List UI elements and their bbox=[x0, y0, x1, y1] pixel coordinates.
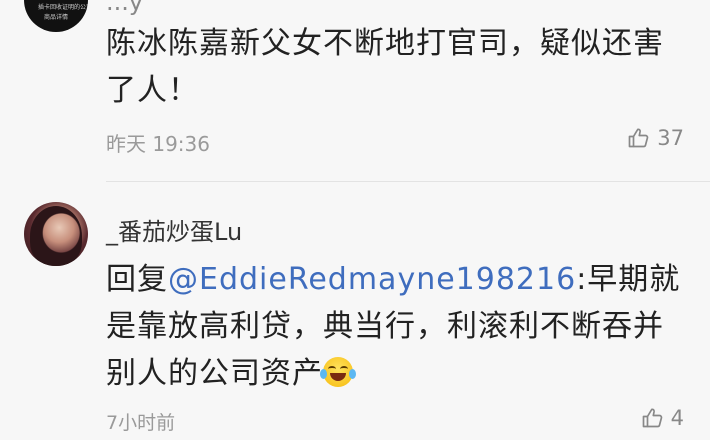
thumbs-up-icon bbox=[627, 126, 651, 150]
mention-link[interactable]: @EddieRedmayne198216 bbox=[168, 262, 576, 297]
avatar-caption-line-1: 插卡回收证明的公司 bbox=[38, 4, 88, 11]
like-button[interactable]: 37 bbox=[627, 126, 684, 150]
timestamp: 昨天 19:36 bbox=[106, 132, 210, 156]
comment-text: 陈冰陈嘉新父女不断地打官司，疑似还害了人！ bbox=[106, 26, 664, 108]
like-count: 4 bbox=[670, 406, 684, 430]
username[interactable]: ...y bbox=[106, 0, 143, 16]
thumbs-up-icon bbox=[641, 406, 665, 430]
like-button[interactable]: 4 bbox=[641, 406, 684, 430]
reply-prefix: 回复 bbox=[106, 262, 168, 297]
avatar-caption-line-2: 商品详情 bbox=[44, 14, 69, 21]
avatar[interactable]: 插卡回收证明的公司 商品详情 bbox=[24, 0, 88, 32]
avatar[interactable] bbox=[24, 202, 88, 266]
comment-text: 回复@EddieRedmayne198216:早期就是靠放高利贷，典当行，利滚利… bbox=[106, 256, 686, 397]
like-count: 37 bbox=[657, 126, 684, 150]
username[interactable]: _番茄炒蛋Lu bbox=[106, 212, 242, 247]
comment-divider bbox=[106, 181, 710, 182]
laughing-tears-emoji-icon bbox=[320, 357, 356, 387]
timestamp: 7小时前 bbox=[106, 412, 176, 434]
